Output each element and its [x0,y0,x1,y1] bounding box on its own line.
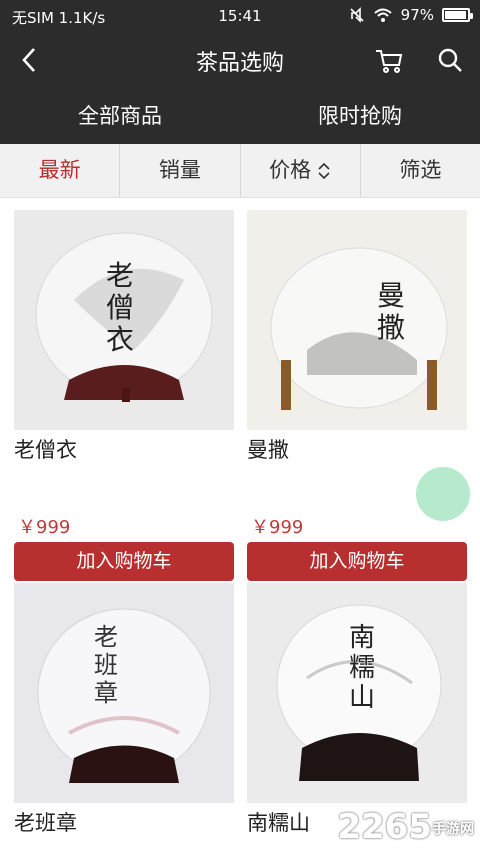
watermark-brand: 2265 [337,807,432,847]
watermark-logo: 2265手游网 [337,807,474,847]
search-icon[interactable] [436,46,464,74]
add-to-cart-button[interactable]: 加入购物车 [14,542,234,581]
product-card[interactable]: 南糯山 南糯山 [247,583,467,837]
product-name: 老班章 [14,811,77,835]
cake-calligraphy: 南糯山 [349,623,376,713]
status-bar: 无SIM 1.1K/s 15:41 97% [0,0,480,32]
wifi-icon [373,7,393,23]
watermark-sub: 手游网 [432,821,474,838]
cake-calligraphy: 老班章 [94,623,118,707]
product-grid: 老僧衣 老僧衣 ￥999 加入购物车 曼撒 曼撒 ￥999 加入购物车 老班章 [0,197,480,853]
sort-bar: 最新 销量 价格 筛选 [0,144,480,198]
product-price: ￥999 [18,517,71,538]
product-card[interactable]: 曼撒 曼撒 ￥999 加入购物车 [247,210,467,581]
product-name: 曼撒 [247,438,289,462]
product-card[interactable]: 老僧衣 老僧衣 ￥999 加入购物车 [14,210,234,581]
tab-flash-sale[interactable]: 限时抢购 [240,88,480,144]
status-icons: 97% [349,6,473,24]
add-to-cart-button[interactable]: 加入购物车 [247,542,467,581]
mute-icon [349,7,365,23]
floating-assistant-button[interactable] [416,467,470,521]
category-tabs: 全部商品 限时抢购 [0,88,480,144]
product-price: ￥999 [251,517,304,538]
page-title: 茶品选购 [195,51,284,76]
sort-price-label: 价格 [269,158,312,182]
battery-percent: 97% [400,6,434,24]
tab-all-products[interactable]: 全部商品 [0,88,240,144]
battery-icon [442,8,473,22]
cake-calligraphy: 老僧衣 [106,259,135,356]
product-image[interactable]: 老班章 [14,583,234,803]
sort-updown-icon [317,161,331,181]
product-name: 老僧衣 [14,438,77,462]
sort-newest[interactable]: 最新 [0,144,121,197]
product-image[interactable]: 南糯山 [247,583,467,803]
cake-calligraphy: 曼撒 [377,279,406,344]
sort-price[interactable]: 价格 [241,144,361,197]
top-navbar: 茶品选购 [0,32,480,88]
cart-icon[interactable] [374,46,404,76]
sort-filter[interactable]: 筛选 [361,144,480,197]
product-image[interactable]: 老僧衣 [14,210,234,430]
sort-sales[interactable]: 销量 [120,144,241,197]
product-card[interactable]: 老班章 老班章 [14,583,234,837]
product-image[interactable]: 曼撒 [247,210,467,430]
